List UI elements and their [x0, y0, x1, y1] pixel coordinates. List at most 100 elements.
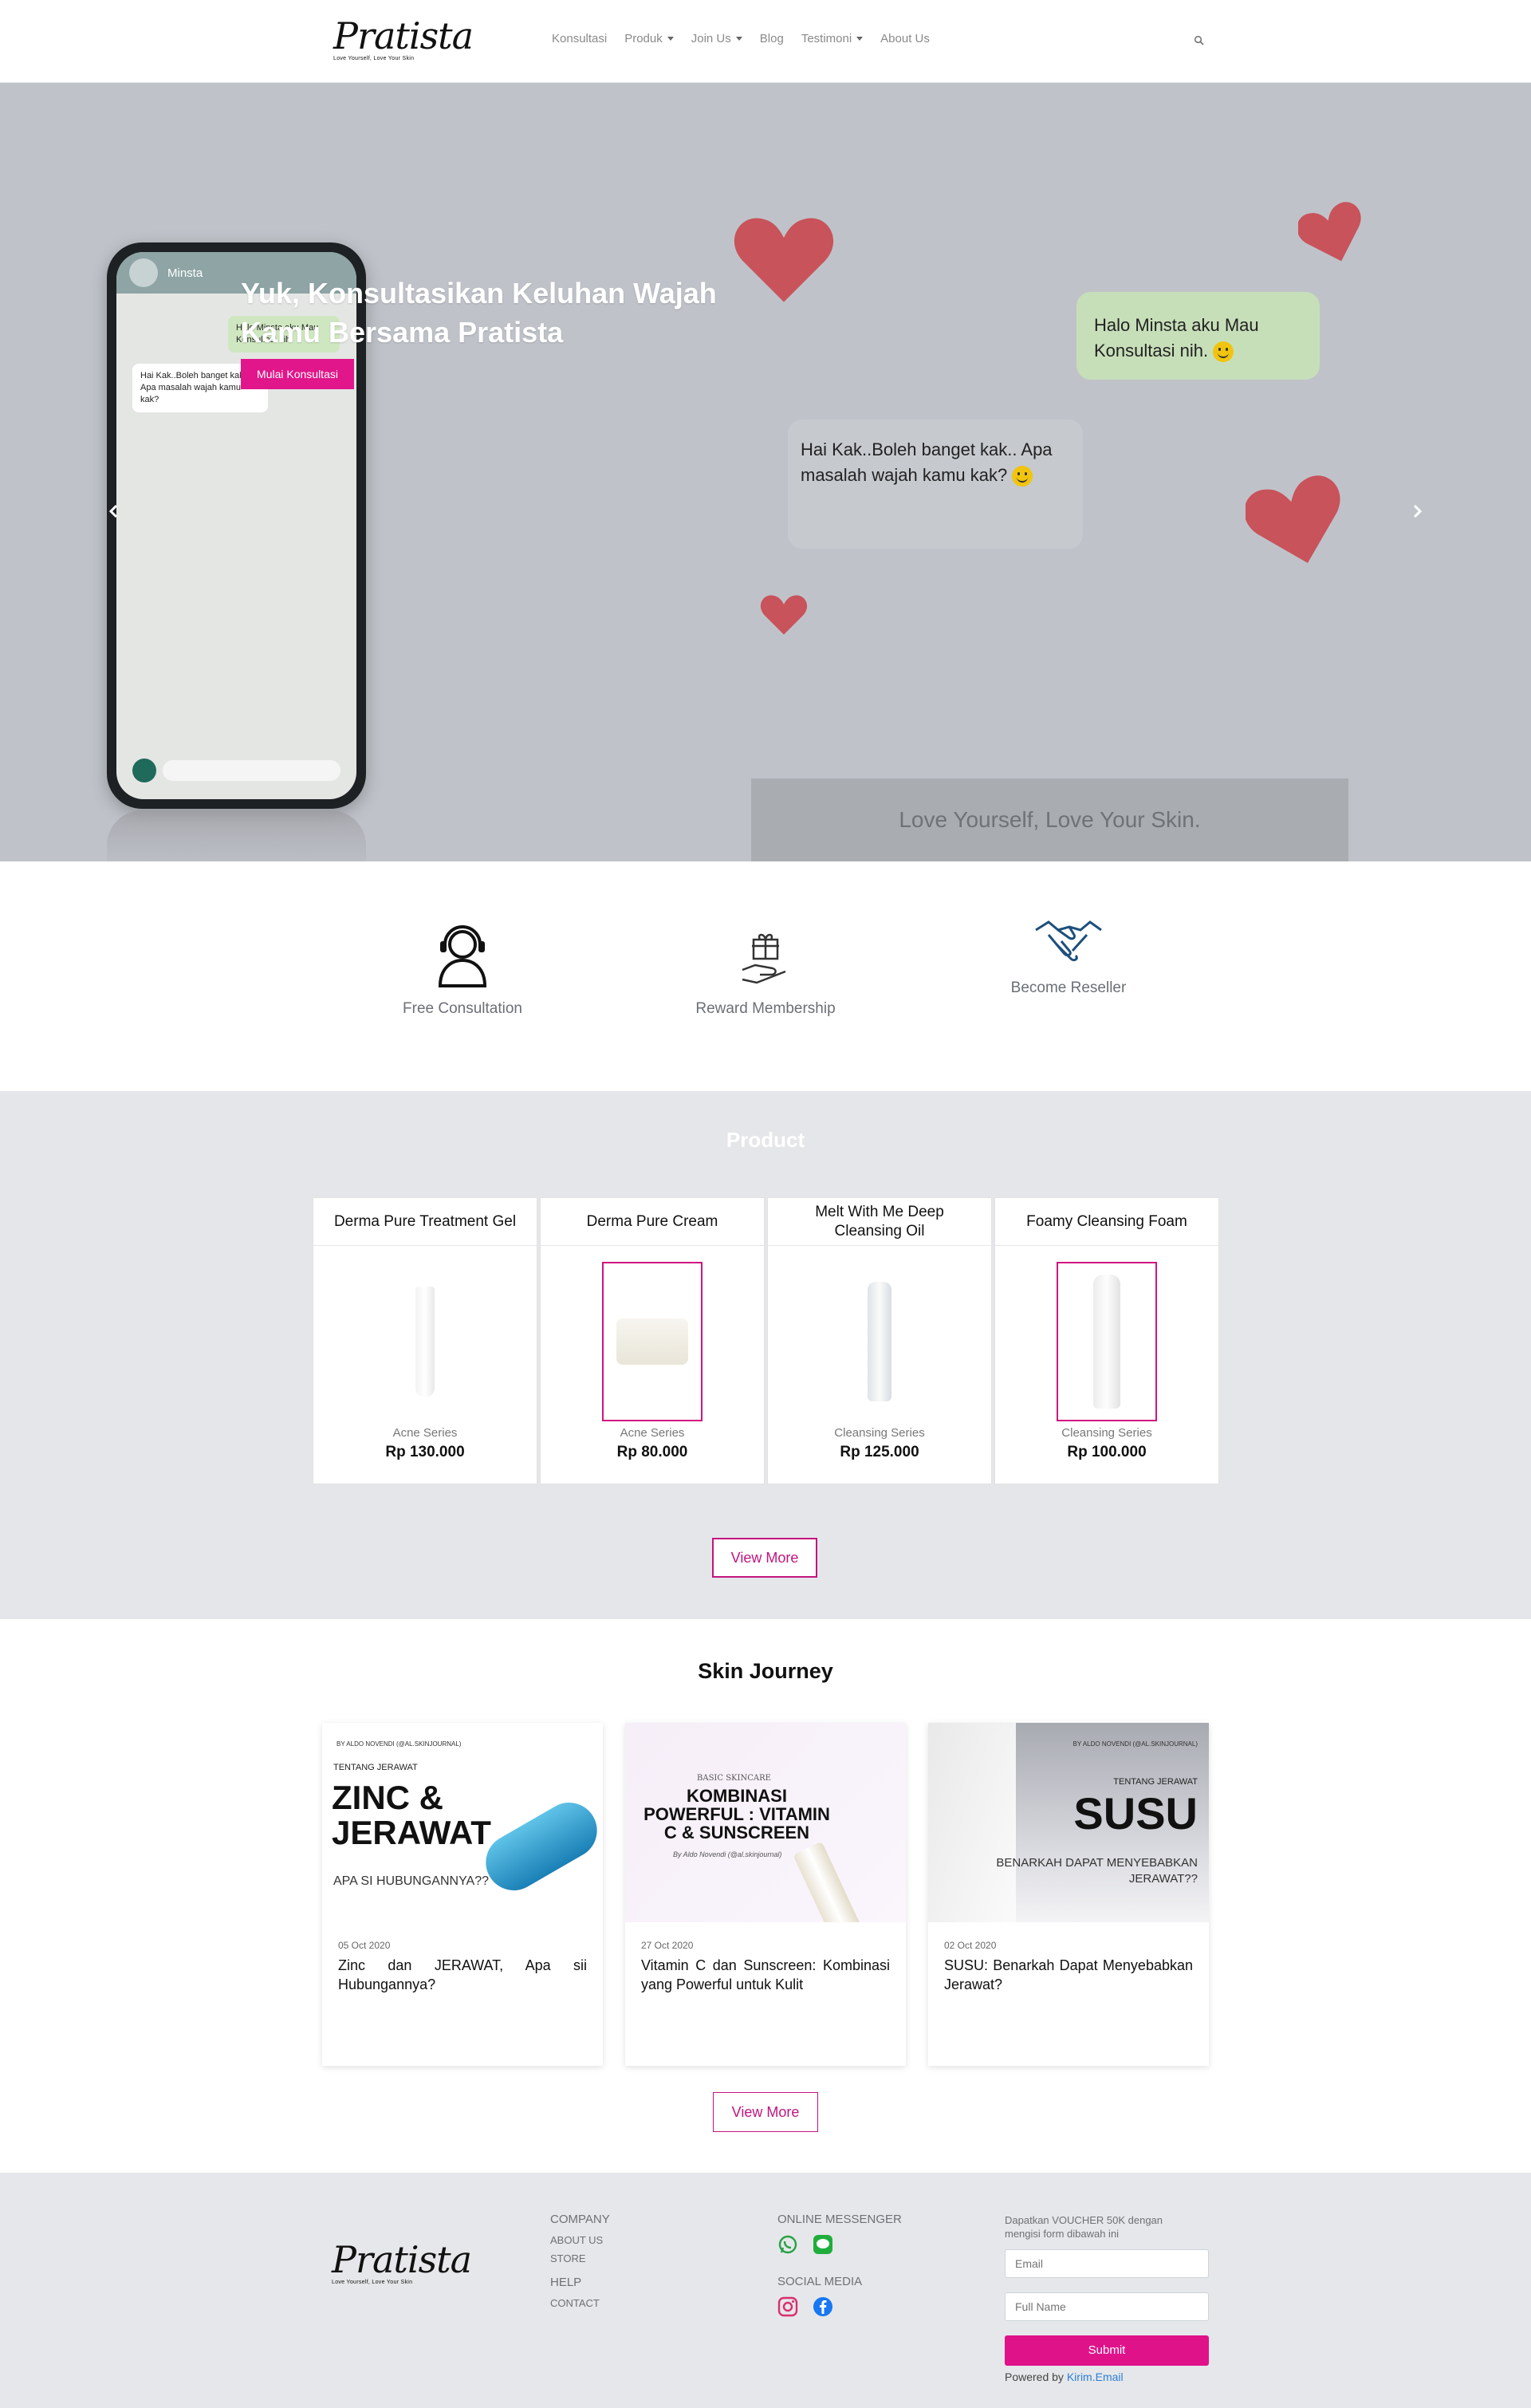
blog-thumbnail[interactable]: BY ALDO NOVENDI (@AL.SKINJOURNAL) TENTAN…	[322, 1723, 603, 1922]
product-card[interactable]: Foamy Cleansing Foam Cleansing Series Rp…	[994, 1197, 1219, 1484]
main-menu: Konsultasi Produk Join Us Blog Testimoni…	[552, 32, 930, 45]
blog-date: 27 Oct 2020	[641, 1940, 694, 1951]
blog-title[interactable]: Zinc dan JERAWAT, Apa sii Hubungannya?	[338, 1956, 587, 1995]
thumb-subline: BENARKAH DAPAT MENYEBABKAN JERAWAT??	[996, 1856, 1198, 1886]
chevron-down-icon	[667, 37, 674, 41]
nav-item-about-us[interactable]: About Us	[880, 32, 930, 45]
brand-logo[interactable]: Pratista Love Yourself, Love Your Skin	[333, 14, 474, 61]
product-card[interactable]: Derma Pure Treatment Gel Acne Series Rp …	[313, 1197, 537, 1484]
powered-by-label: Powered by	[1005, 2370, 1064, 2383]
product-price: Rp 100.000	[1067, 1444, 1147, 1460]
logo-wordmark: Pratista	[332, 2238, 472, 2281]
powered-by: Powered by Kirim.Email	[1005, 2371, 1209, 2383]
submit-button[interactable]: Submit	[1005, 2335, 1209, 2366]
feature-label: Become Reseller	[1010, 979, 1127, 996]
thumb-byline: BY ALDO NOVENDI (@AL.SKINJOURNAL)	[1072, 1740, 1198, 1748]
features-section: Free Consultation Reward Membership Beco…	[0, 861, 1531, 1091]
footer-logo[interactable]: Pratista Love Yourself, Love Your Skin	[332, 2238, 472, 2285]
product-price: Rp 125.000	[840, 1444, 919, 1460]
feature-free-consultation[interactable]: Free Consultation	[367, 920, 558, 1018]
feature-reward-membership[interactable]: Reward Membership	[670, 930, 861, 1018]
logo-wordmark: Pratista	[333, 14, 474, 57]
nav-item-konsultasi[interactable]: Konsultasi	[552, 32, 607, 45]
whatsapp-icon[interactable]	[777, 2234, 798, 2255]
product-image[interactable]	[375, 1262, 475, 1421]
navbar: Pratista Love Yourself, Love Your Skin K…	[0, 0, 1531, 83]
social-icons	[777, 2296, 902, 2319]
nav-item-testimoni[interactable]: Testimoni	[801, 32, 864, 45]
product-series: Acne Series	[620, 1426, 685, 1440]
thumb-headline: SUSU	[1073, 1788, 1198, 1839]
chat-bubble-incoming: Hai Kak..Boleh banget kak.. Apa masalah …	[788, 420, 1083, 549]
footer-link-contact[interactable]: CONTACT	[550, 2297, 610, 2309]
nav-label: Testimoni	[801, 32, 852, 45]
chevron-down-icon	[856, 37, 864, 41]
gift-hand-icon	[742, 933, 786, 984]
phone-contact-name: Minsta	[167, 266, 203, 280]
product-section-title: Product	[726, 1128, 805, 1152]
heart-icon	[1246, 475, 1340, 563]
thumb-kicker: BASIC SKINCARE	[697, 1774, 771, 1783]
blog-card[interactable]: BY ALDO NOVENDI (@AL.SKINJOURNAL) TENTAN…	[928, 1723, 1209, 2066]
journey-view-more-button[interactable]: View More	[713, 2092, 818, 2132]
feature-label: Reward Membership	[695, 1000, 836, 1017]
product-card[interactable]: Melt With Me Deep Cleansing Oil Cleansin…	[767, 1197, 992, 1484]
products-view-more-button[interactable]: View More	[712, 1538, 817, 1578]
nav-item-produk[interactable]: Produk	[624, 32, 674, 45]
blog-thumbnail[interactable]: BY ALDO NOVENDI (@AL.SKINJOURNAL) TENTAN…	[928, 1723, 1209, 1922]
hero-carousel: Minsta Halo Minsta aku Mau Konsultasi ni…	[0, 83, 1531, 861]
voucher-form: Dapatkan VOUCHER 50K dengan mengisi form…	[1005, 2214, 1209, 2383]
footer-link-about-us[interactable]: ABOUT US	[550, 2234, 610, 2246]
serum-bottle-icon	[793, 1841, 872, 1922]
hero-title: Yuk, Konsultasikan Keluhan Wajah Kamu Be…	[241, 277, 717, 349]
facebook-icon[interactable]	[813, 2296, 833, 2317]
microphone-icon	[132, 759, 156, 782]
carousel-prev-icon[interactable]	[107, 504, 121, 518]
product-image[interactable]	[829, 1262, 930, 1421]
nav-item-blog[interactable]: Blog	[760, 32, 784, 45]
full-name-field[interactable]	[1005, 2292, 1209, 2321]
blog-card[interactable]: BY ALDO NOVENDI (@AL.SKINJOURNAL) TENTAN…	[322, 1723, 603, 2066]
footer-link-store[interactable]: STORE	[550, 2252, 610, 2264]
footer-social-heading: SOCIAL MEDIA	[777, 2275, 863, 2288]
instagram-icon[interactable]	[777, 2296, 798, 2317]
blog-title[interactable]: Vitamin C dan Sunscreen: Kombinasi yang …	[641, 1956, 890, 1995]
nav-item-join-us[interactable]: Join Us	[691, 32, 742, 45]
phone-input	[163, 760, 340, 781]
chat-bubble-text: Halo Minsta aku Mau Konsultasi nih.	[1094, 315, 1259, 361]
feature-become-reseller[interactable]: Become Reseller	[973, 917, 1164, 997]
product-image[interactable]	[1057, 1262, 1157, 1421]
blog-thumbnail[interactable]: BASIC SKINCARE KOMBINASI POWERFUL : VITA…	[625, 1723, 906, 1922]
headset-user-icon	[438, 925, 487, 987]
carousel-next-icon[interactable]	[1410, 504, 1424, 518]
product-series: Acne Series	[392, 1426, 458, 1440]
handshake-icon	[1035, 920, 1102, 962]
nav-label: Produk	[624, 32, 663, 45]
thumb-byline: By Aldo Novendi (@al.skinjournal)	[673, 1850, 782, 1858]
product-image[interactable]	[602, 1262, 703, 1421]
email-field[interactable]	[1005, 2248, 1209, 2278]
phone-reflection	[107, 810, 366, 861]
smile-emoji-icon	[1012, 466, 1033, 487]
search-icon[interactable]	[1194, 35, 1205, 46]
product-card[interactable]: Derma Pure Cream Acne Series Rp 80.000	[540, 1197, 765, 1484]
bottle-product-shape	[868, 1282, 891, 1401]
product-price: Rp 130.000	[385, 1444, 465, 1460]
hero-slogan: Love Yourself, Love Your Skin.	[751, 778, 1348, 861]
kirim-email-link[interactable]: Kirim.Email	[1067, 2371, 1124, 2383]
blog-card[interactable]: BASIC SKINCARE KOMBINASI POWERFUL : VITA…	[625, 1723, 906, 2066]
product-series: Cleansing Series	[834, 1426, 925, 1440]
blog-date: 05 Oct 2020	[338, 1940, 391, 1951]
heart-icon	[734, 218, 834, 302]
line-icon[interactable]	[813, 2234, 833, 2255]
product-name: Derma Pure Treatment Gel	[313, 1198, 537, 1246]
footer-messenger-heading: ONLINE MESSENGER	[777, 2213, 902, 2226]
tube-product-shape	[415, 1287, 435, 1397]
blog-title[interactable]: SUSU: Benarkah Dapat Menyebabkan Jerawat…	[944, 1956, 1193, 1995]
foam-product-shape	[1093, 1275, 1120, 1409]
thumb-kicker: TENTANG JERAWAT	[1113, 1777, 1198, 1787]
start-consultation-button[interactable]: Mulai Konsultasi	[241, 359, 354, 389]
thumb-byline: BY ALDO NOVENDI (@AL.SKINJOURNAL)	[337, 1740, 462, 1748]
footer-contact-column: ONLINE MESSENGER SOCIAL MEDIA	[777, 2213, 902, 2319]
chat-bubble-outgoing: Halo Minsta aku Mau Konsultasi nih.	[1076, 292, 1320, 380]
